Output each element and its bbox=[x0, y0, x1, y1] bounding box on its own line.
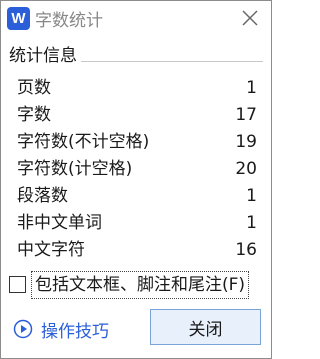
stat-value: 19 bbox=[235, 132, 257, 152]
stat-row-chars-no-spaces: 字符数(不计空格) 19 bbox=[9, 129, 263, 156]
tips-label[interactable]: 操作技巧 bbox=[41, 317, 109, 342]
stat-label: 段落数 bbox=[17, 186, 68, 206]
stat-row-non-chinese-words: 非中文单词 1 bbox=[9, 210, 263, 237]
tips-link[interactable]: 操作技巧 bbox=[13, 317, 109, 342]
stat-value: 1 bbox=[246, 78, 257, 98]
word-count-dialog: W 字数统计 统计信息 页数 1 字数 17 字符数(不计空格) 19 字符数(… bbox=[0, 0, 272, 359]
stat-value: 1 bbox=[246, 213, 257, 233]
stat-label: 非中文单词 bbox=[17, 213, 102, 233]
stat-label: 字数 bbox=[17, 105, 51, 125]
statistics-group: 统计信息 页数 1 字数 17 字符数(不计空格) 19 字符数(计空格) 20… bbox=[9, 45, 263, 263]
include-textbox-footnotes-option[interactable]: 包括文本框、脚注和尾注(F) bbox=[9, 271, 265, 299]
stat-label: 页数 bbox=[17, 78, 51, 98]
close-icon[interactable] bbox=[239, 7, 261, 29]
stat-value: 20 bbox=[235, 159, 257, 179]
play-circle-icon bbox=[13, 319, 33, 339]
stat-row-chinese-chars: 中文字符 16 bbox=[9, 237, 263, 264]
include-textbox-footnotes-label[interactable]: 包括文本框、脚注和尾注(F) bbox=[31, 271, 250, 299]
stat-row-words: 字数 17 bbox=[9, 102, 263, 129]
title-bar: W 字数统计 bbox=[1, 1, 271, 37]
wps-writer-icon: W bbox=[7, 7, 30, 30]
close-button[interactable]: 关闭 bbox=[150, 309, 261, 345]
stat-value: 16 bbox=[235, 240, 257, 260]
stat-row-paragraphs: 段落数 1 bbox=[9, 183, 263, 210]
statistics-list: 页数 1 字数 17 字符数(不计空格) 19 字符数(计空格) 20 段落数 … bbox=[9, 75, 263, 264]
stat-label: 中文字符 bbox=[17, 240, 85, 260]
stat-label: 字符数(计空格) bbox=[17, 159, 133, 179]
stat-row-chars-with-spaces: 字符数(计空格) 20 bbox=[9, 156, 263, 183]
group-title: 统计信息 bbox=[9, 45, 81, 67]
include-textbox-footnotes-checkbox[interactable] bbox=[9, 276, 26, 293]
stat-row-pages: 页数 1 bbox=[9, 75, 263, 102]
dialog-title: 字数统计 bbox=[35, 11, 103, 31]
stat-value: 1 bbox=[246, 186, 257, 206]
stat-label: 字符数(不计空格) bbox=[17, 132, 150, 152]
stat-value: 17 bbox=[235, 105, 257, 125]
